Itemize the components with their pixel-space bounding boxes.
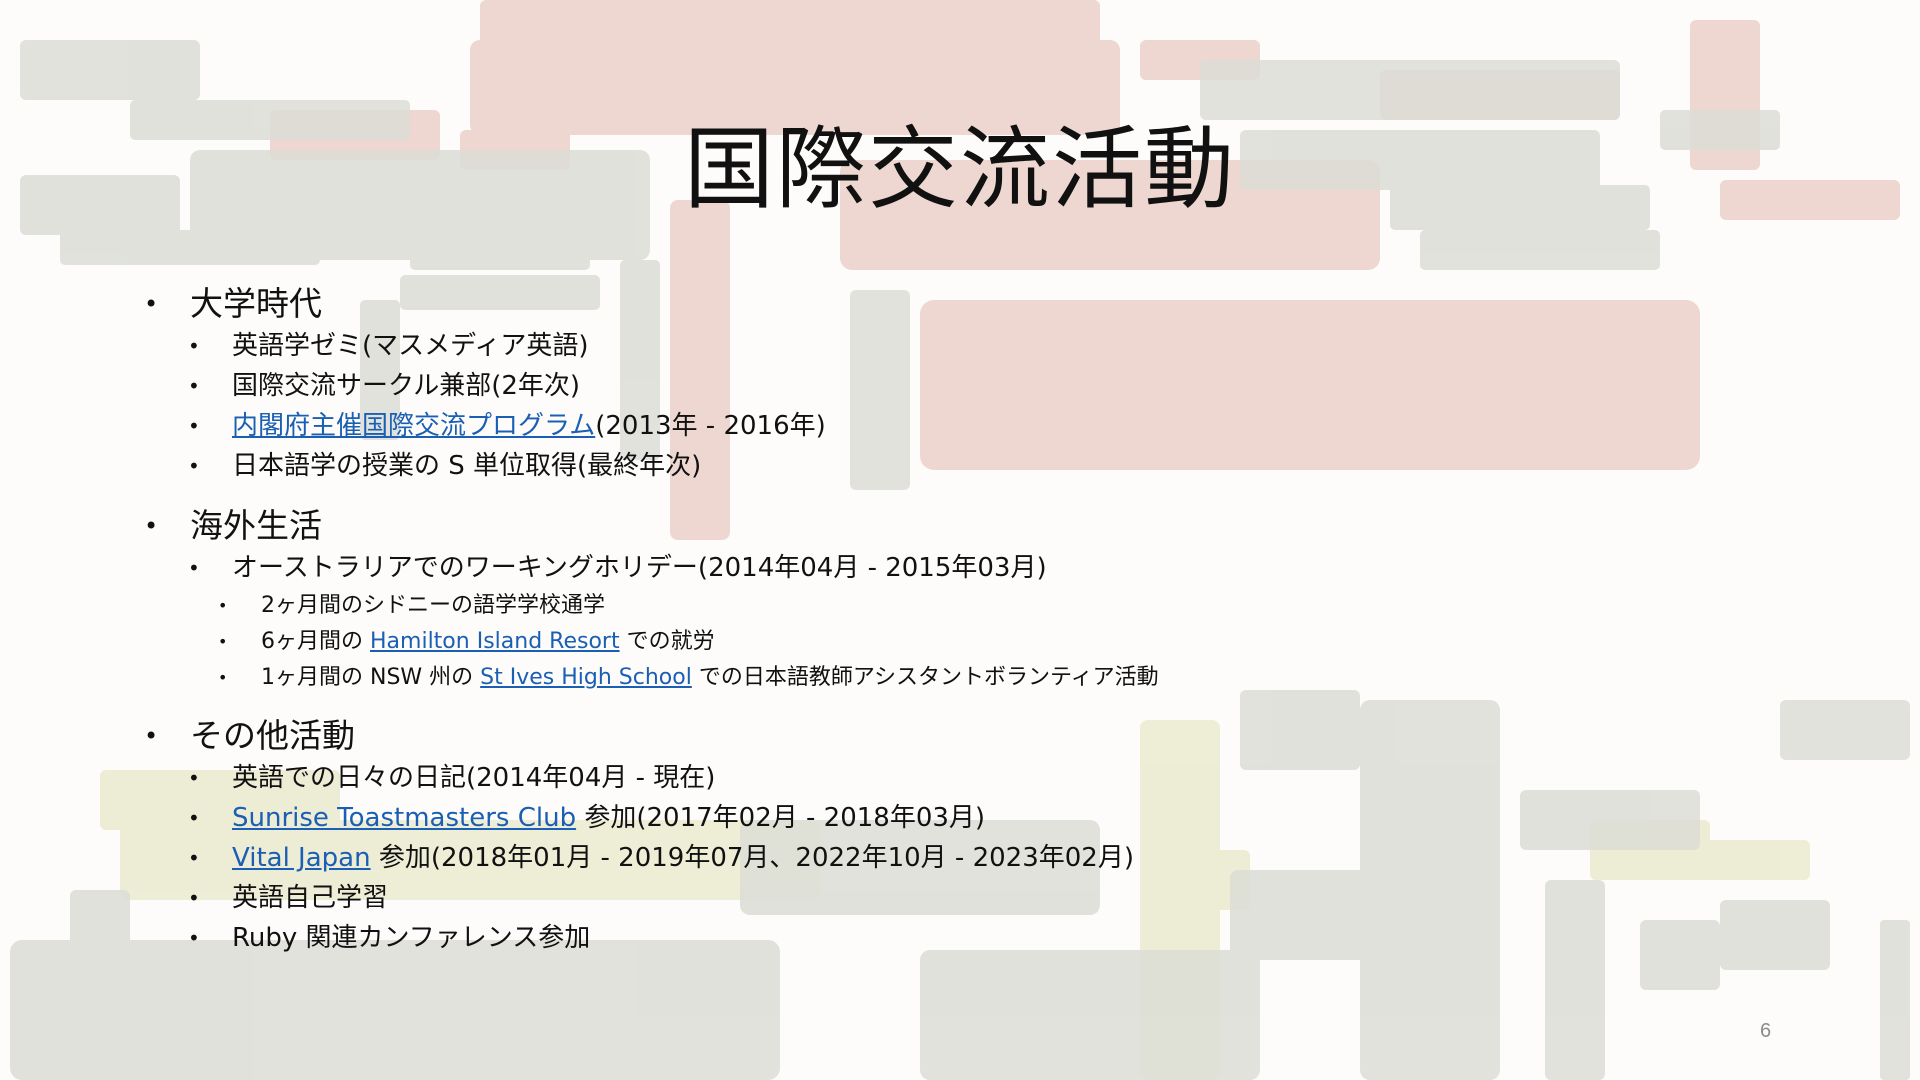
section-heading-university: • 大学時代 (140, 282, 1640, 326)
bullet-icon: • (188, 556, 200, 580)
section-heading-other-activities: • その他活動 (140, 714, 1640, 758)
list-item: • Sunrise Toastmasters Club 参加(2017年02月 … (140, 798, 1640, 838)
list-item: • 内閣府主催国際交流プログラム(2013年 - 2016年) (140, 406, 1640, 446)
bullet-icon: • (188, 886, 200, 910)
list-item: • Ruby 関連カンファレンス参加 (140, 918, 1640, 958)
page-number: 6 (1760, 1020, 1772, 1042)
bullet-icon: • (188, 806, 200, 830)
bullet-icon: • (188, 374, 200, 398)
cabinet-office-program-link[interactable]: 内閣府主催国際交流プログラム (232, 411, 595, 441)
bullet-icon: • (188, 926, 200, 950)
bullet-icon: • (144, 290, 159, 318)
sub-list-item: • 2ヶ月間のシドニーの語学学校通学 (140, 588, 1640, 624)
bullet-icon: • (188, 846, 200, 870)
slide-title: 国際交流活動 (684, 117, 1236, 222)
bullet-icon: • (218, 668, 228, 687)
sub-list-item: • 1ヶ月間の NSW 州の St Ives High School での日本語… (140, 660, 1640, 696)
slide-content: • 大学時代 • 英語学ゼミ(マスメディア英語) • 国際交流サークル兼部(2年… (140, 282, 1640, 958)
sub-list-item: • 6ヶ月間の Hamilton Island Resort での就労 (140, 624, 1640, 660)
bullet-icon: • (188, 334, 200, 358)
bullet-icon: • (218, 596, 228, 615)
list-item: • 英語での日々の日記(2014年04月 - 現在) (140, 758, 1640, 798)
st-ives-high-school-link[interactable]: St Ives High School (480, 665, 692, 690)
list-item: • 日本語学の授業の S 単位取得(最終年次) (140, 446, 1640, 486)
bullet-icon: • (188, 414, 200, 438)
bullet-icon: • (144, 722, 159, 750)
vital-japan-link[interactable]: Vital Japan (232, 843, 371, 873)
bullet-icon: • (218, 632, 228, 651)
bullet-icon: • (144, 512, 159, 540)
bullet-icon: • (188, 454, 200, 478)
list-item: • 国際交流サークル兼部(2年次) (140, 366, 1640, 406)
list-item: • Vital Japan 参加(2018年01月 - 2019年07月、202… (140, 838, 1640, 878)
hamilton-island-resort-link[interactable]: Hamilton Island Resort (370, 629, 620, 654)
list-item: • 英語学ゼミ(マスメディア英語) (140, 326, 1640, 366)
list-item: • 英語自己学習 (140, 878, 1640, 918)
slide: 国際交流活動 • 大学時代 • 英語学ゼミ(マスメディア英語) • 国際交流サー… (0, 0, 1920, 1080)
section-heading-overseas: • 海外生活 (140, 504, 1640, 548)
list-item: • オーストラリアでのワーキングホリデー(2014年04月 - 2015年03月… (140, 548, 1640, 588)
sunrise-toastmasters-club-link[interactable]: Sunrise Toastmasters Club (232, 803, 576, 833)
bullet-icon: • (188, 766, 200, 790)
